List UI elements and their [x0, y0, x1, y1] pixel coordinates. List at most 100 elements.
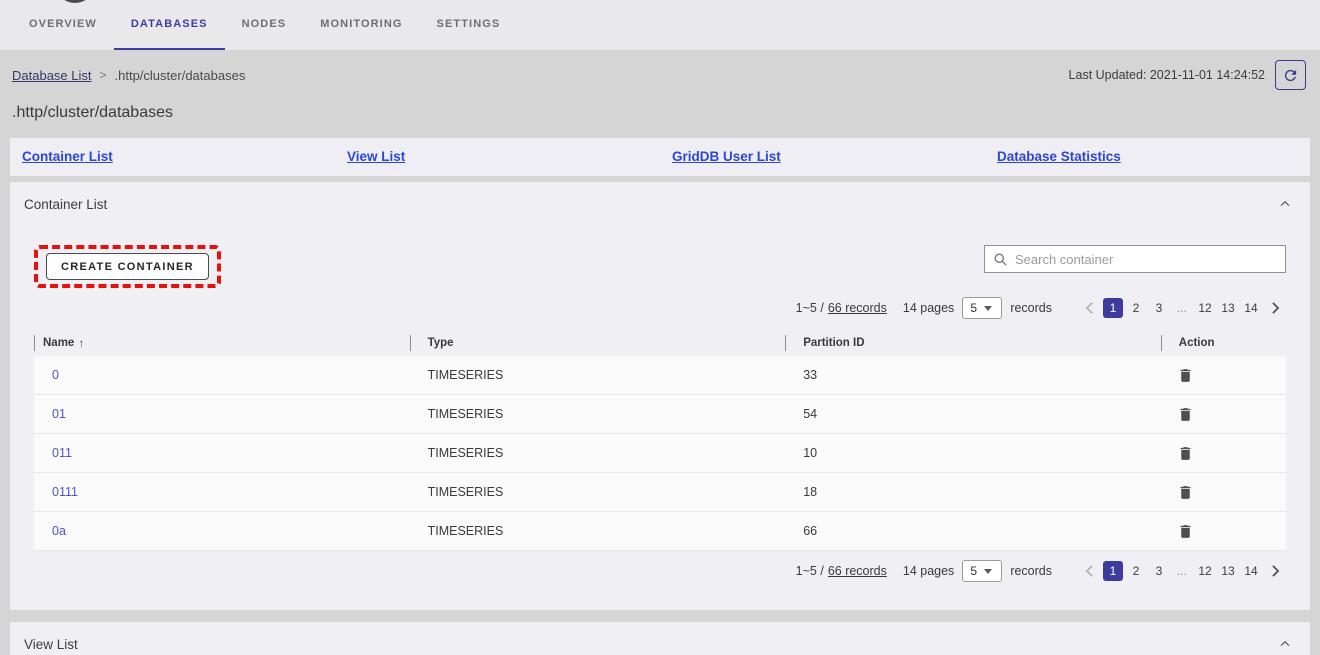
page-size-select[interactable]: 5	[962, 297, 1002, 319]
search-container-input[interactable]	[1015, 252, 1277, 267]
quick-link-database-statistics[interactable]: Database Statistics	[997, 149, 1121, 164]
column-header-name[interactable]: Name ↑	[34, 335, 410, 351]
partition-id-cell: 54	[785, 407, 1161, 421]
page-size-value: 5	[970, 564, 977, 578]
view-list-panel-title: View List	[24, 637, 78, 652]
tab-settings[interactable]: SETTINGS	[420, 0, 518, 50]
container-type-cell: TIMESERIES	[410, 446, 786, 460]
container-type-cell: TIMESERIES	[410, 485, 786, 499]
pagination-records-suffix: records	[1010, 301, 1052, 315]
trash-icon	[1177, 484, 1194, 501]
pager-ellipsis: ...	[1172, 298, 1192, 318]
pagination-bottom: 1~5 / 66 records 14 pages 5 records 1 2 …	[34, 560, 1286, 582]
delete-container-button[interactable]	[1175, 443, 1196, 464]
pager-prev-button[interactable]	[1078, 298, 1100, 318]
table-row: 0 TIMESERIES 33	[34, 356, 1286, 395]
pager-page-13[interactable]: 13	[1218, 561, 1238, 581]
breadcrumb: Database List > .http/cluster/databases	[12, 68, 245, 83]
quick-link-view-list[interactable]: View List	[347, 149, 405, 164]
breadcrumb-row: Database List > .http/cluster/databases …	[10, 50, 1310, 100]
page-size-select[interactable]: 5	[962, 560, 1002, 582]
refresh-button[interactable]	[1275, 60, 1306, 90]
pagination-pages-label: 14 pages	[903, 301, 954, 315]
partition-id-cell: 10	[785, 446, 1161, 460]
table-row: 011 TIMESERIES 10	[34, 434, 1286, 473]
pager-page-12[interactable]: 12	[1195, 298, 1215, 318]
column-header-action: Action	[1161, 335, 1286, 351]
tab-nodes[interactable]: NODES	[225, 0, 304, 50]
pagination-total-records-link[interactable]: 66 records	[828, 301, 887, 315]
pager-bottom: 1 2 3 ... 12 13 14	[1078, 561, 1286, 581]
column-header-type[interactable]: Type	[410, 335, 786, 351]
tab-overview[interactable]: OVERVIEW	[12, 0, 114, 50]
trash-icon	[1177, 406, 1194, 423]
container-name-link[interactable]: 011	[52, 446, 72, 460]
container-name-link[interactable]: 01	[52, 407, 66, 421]
pager-next-button[interactable]	[1264, 298, 1286, 318]
breadcrumb-separator: >	[100, 68, 107, 82]
tab-databases[interactable]: DATABASES	[114, 0, 225, 50]
container-table-header: Name ↑ Type Partition ID Action	[34, 330, 1286, 356]
last-updated-area: Last Updated: 2021-11-01 14:24:52	[1069, 60, 1306, 90]
container-toolbar: CREATE CONTAINER	[34, 245, 1286, 288]
pager-page-14[interactable]: 14	[1241, 561, 1261, 581]
container-name-link[interactable]: 0111	[52, 485, 78, 499]
trash-icon	[1177, 445, 1194, 462]
container-list-collapse-button[interactable]	[1276, 195, 1294, 213]
caret-down-icon	[984, 569, 992, 574]
pager-page-3[interactable]: 3	[1149, 561, 1169, 581]
main-tabs: OVERVIEW DATABASES NODES MONITORING SETT…	[0, 0, 1320, 50]
trash-icon	[1177, 523, 1194, 540]
container-list-panel-title: Container List	[24, 197, 107, 212]
breadcrumb-current: .http/cluster/databases	[115, 68, 246, 83]
column-header-partition-id-label: Partition ID	[803, 337, 864, 349]
container-name-link[interactable]: 0a	[52, 524, 66, 538]
container-name-link[interactable]: 0	[52, 368, 59, 382]
column-header-name-label: Name	[43, 337, 74, 349]
delete-container-button[interactable]	[1175, 404, 1196, 425]
quick-link-griddb-user-list[interactable]: GridDB User List	[672, 149, 781, 164]
breadcrumb-database-list-link[interactable]: Database List	[12, 68, 92, 83]
view-list-panel-header: View List	[10, 622, 1310, 655]
quick-links-bar: Container List View List GridDB User Lis…	[10, 138, 1310, 176]
pagination-top: 1~5 / 66 records 14 pages 5 records 1 2 …	[34, 297, 1286, 319]
column-header-type-label: Type	[428, 337, 454, 349]
refresh-icon	[1282, 67, 1299, 84]
pager-prev-button[interactable]	[1078, 561, 1100, 581]
pager-page-2[interactable]: 2	[1126, 298, 1146, 318]
table-row: 01 TIMESERIES 54	[34, 395, 1286, 434]
delete-container-button[interactable]	[1175, 521, 1196, 542]
table-row: 0111 TIMESERIES 18	[34, 473, 1286, 512]
column-header-action-label: Action	[1179, 337, 1215, 349]
pager-next-button[interactable]	[1264, 561, 1286, 581]
chevron-up-icon	[1278, 637, 1292, 651]
container-list-panel-header: Container List	[10, 182, 1310, 224]
annotation-highlight-box: CREATE CONTAINER	[34, 245, 221, 288]
pager-page-1[interactable]: 1	[1103, 561, 1123, 581]
view-list-collapse-button[interactable]	[1276, 635, 1294, 653]
tab-monitoring[interactable]: MONITORING	[303, 0, 419, 50]
quick-link-container-list[interactable]: Container List	[22, 149, 113, 164]
delete-container-button[interactable]	[1175, 482, 1196, 503]
container-search-box	[984, 245, 1286, 273]
delete-container-button[interactable]	[1175, 365, 1196, 386]
pager-top: 1 2 3 ... 12 13 14	[1078, 298, 1286, 318]
pager-ellipsis: ...	[1172, 561, 1192, 581]
create-container-button[interactable]: CREATE CONTAINER	[46, 253, 209, 280]
partition-id-cell: 18	[785, 485, 1161, 499]
pager-page-12[interactable]: 12	[1195, 561, 1215, 581]
last-updated-label: Last Updated: 2021-11-01 14:24:52	[1069, 68, 1265, 82]
container-type-cell: TIMESERIES	[410, 524, 786, 538]
partition-id-cell: 66	[785, 524, 1161, 538]
pager-page-3[interactable]: 3	[1149, 298, 1169, 318]
table-row: 0a TIMESERIES 66	[34, 512, 1286, 551]
pagination-total-records-link[interactable]: 66 records	[828, 564, 887, 578]
trash-icon	[1177, 367, 1194, 384]
pager-page-1[interactable]: 1	[1103, 298, 1123, 318]
pager-page-13[interactable]: 13	[1218, 298, 1238, 318]
column-header-partition-id[interactable]: Partition ID	[785, 335, 1161, 351]
container-list-panel: Container List CREATE CONTAINER	[10, 182, 1310, 610]
pager-page-14[interactable]: 14	[1241, 298, 1261, 318]
pagination-range-label: 1~5 /	[796, 301, 824, 315]
pager-page-2[interactable]: 2	[1126, 561, 1146, 581]
